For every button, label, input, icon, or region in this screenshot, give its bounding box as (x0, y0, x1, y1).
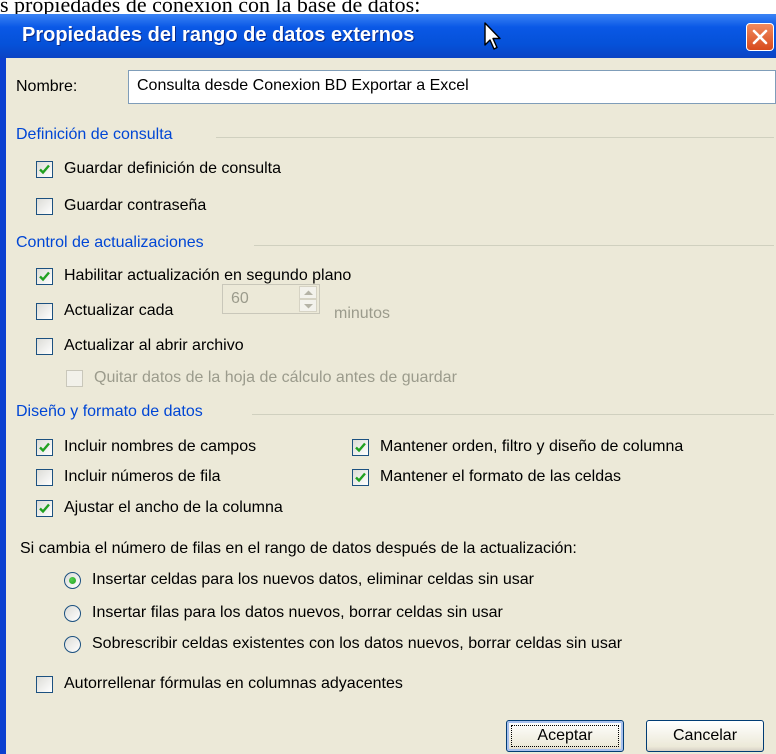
check-icon (39, 503, 50, 514)
refresh-interval-spinner[interactable]: 60 (222, 284, 320, 314)
cancel-button[interactable]: Cancelar (646, 720, 764, 752)
refresh-interval-unit: minutos (334, 305, 391, 322)
refresh-every-checkbox[interactable] (36, 303, 53, 320)
close-icon (752, 29, 768, 45)
refresh-on-open-checkbox[interactable] (36, 338, 53, 355)
dialog-window: Propiedades del rango de datos externos … (0, 14, 776, 754)
include-field-names-checkbox[interactable] (36, 439, 53, 456)
save-definition-label[interactable]: Guardar definición de consulta (64, 160, 281, 178)
fill-down-formulas-checkbox[interactable] (36, 676, 53, 693)
mouse-pointer-icon (484, 22, 501, 50)
radio-insert-rows-label[interactable]: Insertar filas para los datos nuevos, bo… (92, 604, 503, 622)
dialog-title: Propiedades del rango de datos externos (22, 24, 415, 46)
remove-data-checkbox[interactable] (66, 370, 83, 387)
fill-down-formulas-label[interactable]: Autorrellenar fórmulas en columnas adyac… (64, 675, 403, 693)
rows-change-prompt: Si cambia el número de filas en el rango… (20, 540, 577, 557)
refresh-every-label[interactable]: Actualizar cada (64, 302, 173, 320)
spinner-down-button[interactable] (299, 299, 317, 312)
save-password-checkbox[interactable] (36, 198, 53, 215)
refresh-on-open-label[interactable]: Actualizar al abrir archivo (64, 337, 244, 355)
check-icon (355, 472, 366, 483)
background-refresh-checkbox[interactable] (36, 268, 53, 285)
preserve-sort-label[interactable]: Mantener orden, filtro y diseño de colum… (380, 438, 683, 456)
separator (216, 137, 774, 138)
include-field-names-label[interactable]: Incluir nombres de campos (64, 438, 256, 456)
check-icon (39, 164, 50, 175)
check-icon (39, 271, 50, 282)
close-button[interactable] (746, 23, 774, 51)
check-icon (39, 442, 50, 453)
dialog-body: Nombre: Consulta desde Conexion BD Expor… (6, 58, 776, 754)
section-refresh-control: Control de actualizaciones (16, 234, 204, 251)
radio-insert-cells[interactable] (64, 572, 81, 589)
preserve-sort-checkbox[interactable] (352, 439, 369, 456)
spinner-down-icon (304, 304, 313, 309)
include-row-numbers-label[interactable]: Incluir números de fila (64, 468, 221, 486)
name-field[interactable]: Consulta desde Conexion BD Exportar a Ex… (128, 70, 776, 104)
cancel-button-label: Cancelar (672, 727, 738, 744)
radio-insert-rows[interactable] (64, 605, 81, 622)
title-bar[interactable]: Propiedades del rango de datos externos (0, 14, 776, 58)
adjust-column-width-checkbox[interactable] (36, 500, 53, 517)
ok-button[interactable]: Aceptar (506, 720, 624, 752)
separator (254, 245, 774, 246)
spinner-up-icon (304, 290, 313, 295)
preserve-format-label[interactable]: Mantener el formato de las celdas (380, 468, 621, 486)
background-refresh-label[interactable]: Habilitar actualización en segundo plano (64, 267, 351, 285)
name-label: Nombre: (16, 78, 78, 95)
save-password-label[interactable]: Guardar contraseña (64, 197, 206, 215)
radio-overwrite-cells[interactable] (64, 636, 81, 653)
save-definition-checkbox[interactable] (36, 161, 53, 178)
section-layout-format: Diseño y formato de datos (16, 403, 203, 420)
separator (252, 414, 774, 415)
remove-data-label[interactable]: Quitar datos de la hoja de cálculo antes… (94, 369, 457, 387)
adjust-column-width-label[interactable]: Ajustar el ancho de la columna (64, 499, 283, 517)
refresh-interval-value: 60 (231, 290, 249, 307)
include-row-numbers-checkbox[interactable] (36, 469, 53, 486)
section-query-definition: Definición de consulta (16, 126, 173, 143)
radio-insert-cells-label[interactable]: Insertar celdas para los nuevos datos, e… (92, 571, 534, 589)
spinner-up-button[interactable] (299, 286, 317, 299)
check-icon (355, 442, 366, 453)
radio-overwrite-cells-label[interactable]: Sobrescribir celdas existentes con los d… (92, 635, 622, 653)
preserve-format-checkbox[interactable] (352, 469, 369, 486)
focus-rectangle (511, 725, 619, 747)
